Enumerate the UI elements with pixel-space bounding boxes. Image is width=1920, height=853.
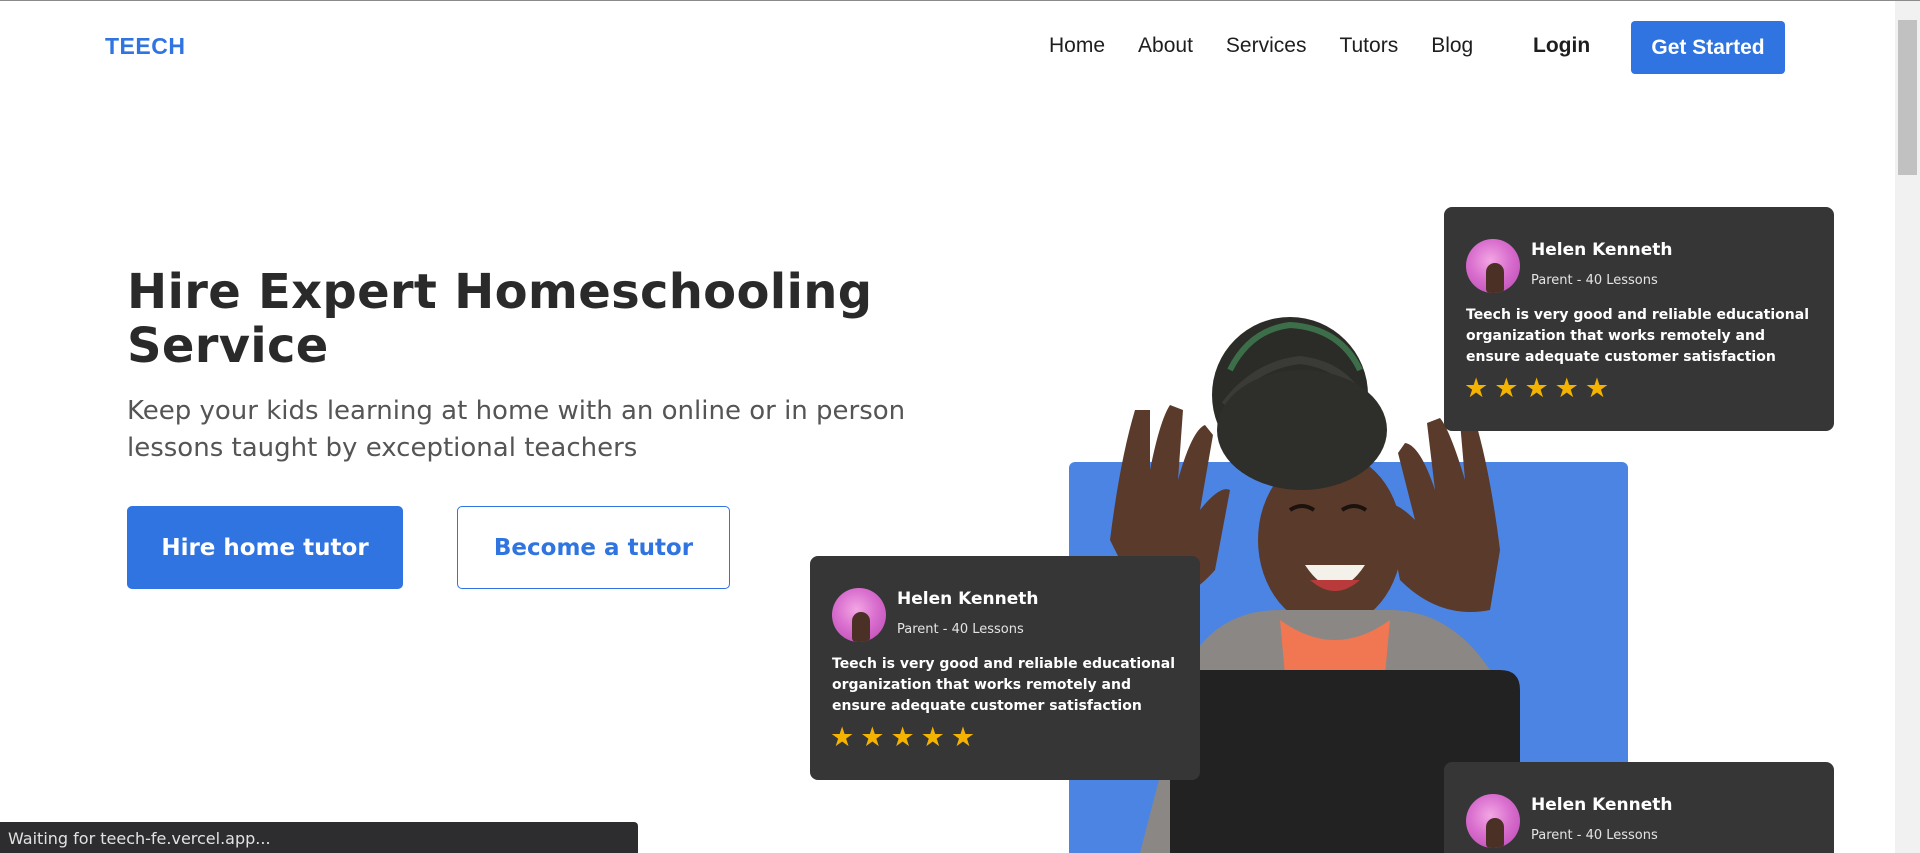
login-link[interactable]: Login [1533,34,1590,58]
nav-tutors[interactable]: Tutors [1339,34,1398,58]
star-icon: ★ [1524,373,1549,403]
star-rating: ★ ★ ★ ★ ★ [830,724,981,751]
star-icon: ★ [920,722,945,752]
star-icon: ★ [1494,373,1519,403]
nav-about[interactable]: About [1138,34,1193,58]
reviewer-meta: Parent - 40 Lessons [1531,828,1658,843]
reviewer-name: Helen Kenneth [1531,240,1673,260]
hero-title: Hire Expert Homeschooling Service [127,264,873,374]
nav-services[interactable]: Services [1226,34,1307,58]
star-rating: ★ ★ ★ ★ ★ [1464,375,1615,402]
hire-home-tutor-button[interactable]: Hire home tutor [127,506,403,589]
star-icon: ★ [950,722,976,752]
avatar [1466,239,1520,293]
main-nav: Home About Services Tutors Blog [1049,34,1506,58]
review-card: Helen Kenneth Parent - 40 Lessons [1444,762,1834,853]
star-icon: ★ [1584,373,1610,403]
star-icon: ★ [830,722,855,752]
star-icon: ★ [890,722,915,752]
hero-subtitle: Keep your kids learning at home with an … [127,396,906,463]
review-card: Helen Kenneth Parent - 40 Lessons Teech … [1444,207,1834,431]
review-text: Teech is very good and reliable educatio… [1466,307,1809,365]
star-icon: ★ [1464,373,1489,403]
logo[interactable]: TEECH [105,33,185,60]
reviewer-name: Helen Kenneth [897,589,1039,609]
reviewer-name: Helen Kenneth [1531,795,1673,815]
reviewer-meta: Parent - 40 Lessons [1531,273,1658,288]
browser-status-bar: Waiting for teech-fe.vercel.app... [0,822,638,853]
star-icon: ★ [1554,373,1579,403]
window-top-border [0,0,1920,1]
avatar [832,588,886,642]
nav-blog[interactable]: Blog [1431,34,1473,58]
become-a-tutor-button[interactable]: Become a tutor [457,506,730,589]
scrollbar-thumb[interactable] [1898,20,1917,175]
review-text: Teech is very good and reliable educatio… [832,656,1175,714]
get-started-button[interactable]: Get Started [1631,21,1785,74]
nav-home[interactable]: Home [1049,34,1105,58]
avatar [1466,794,1520,848]
reviewer-meta: Parent - 40 Lessons [897,622,1024,637]
star-icon: ★ [860,722,885,752]
review-card: Helen Kenneth Parent - 40 Lessons Teech … [810,556,1200,780]
